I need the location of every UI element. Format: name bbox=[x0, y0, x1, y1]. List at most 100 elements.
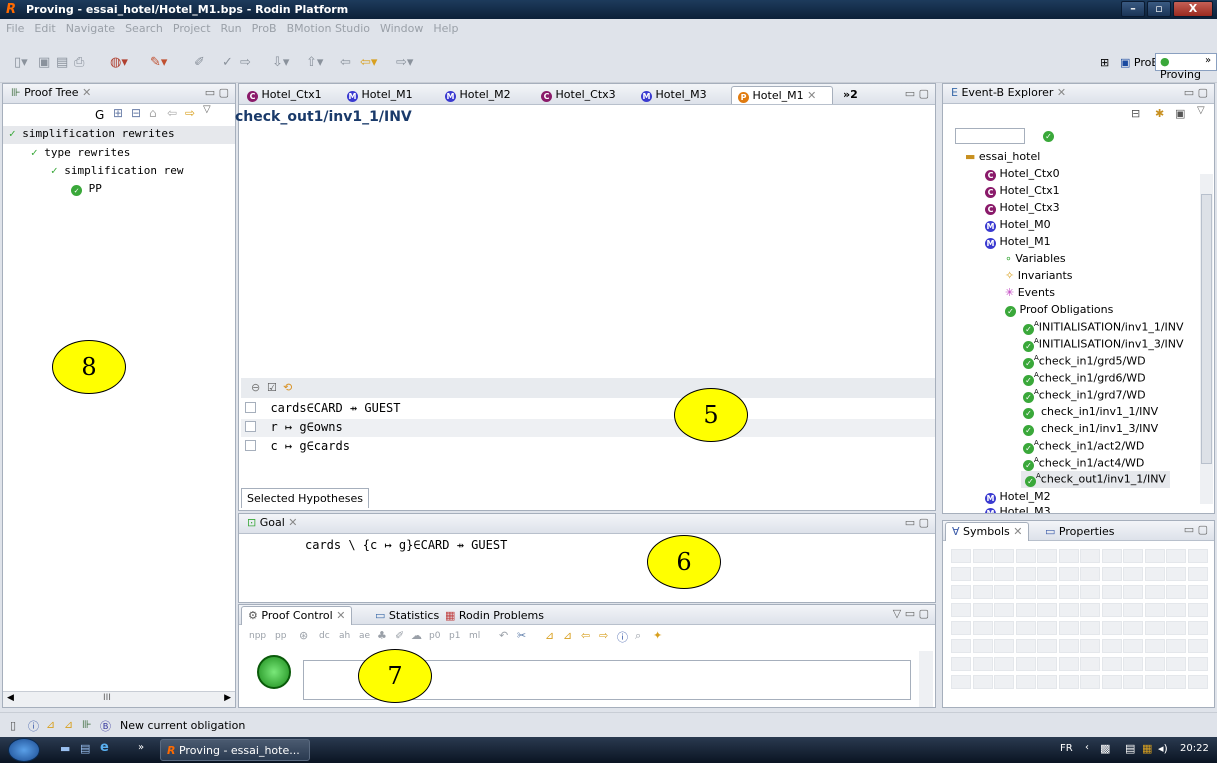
back-arrow-icon[interactable]: ⇦ bbox=[581, 629, 590, 642]
menu-help[interactable]: Help bbox=[427, 19, 462, 35]
symbol-button[interactable] bbox=[1101, 585, 1122, 599]
hint-icon[interactable]: ☁ bbox=[411, 629, 422, 642]
menu-bmotion[interactable]: BMotion Studio bbox=[281, 19, 374, 35]
print-icon[interactable]: ⎙ bbox=[74, 55, 84, 70]
symbol-button[interactable] bbox=[994, 657, 1014, 671]
tree-node-3[interactable]: ✓ PP bbox=[71, 182, 102, 196]
po-item[interactable]: ✓Acheck_in1/grd5/WD bbox=[1023, 354, 1146, 369]
show-desktop-icon[interactable]: ▬ bbox=[60, 742, 70, 755]
tab-rodin-problems[interactable]: ▦ Rodin Problems bbox=[439, 607, 550, 625]
min-max-icon[interactable]: ▭ ▢ bbox=[905, 516, 929, 529]
po-item[interactable]: ✓Acheck_in1/act2/WD bbox=[1023, 439, 1144, 454]
symbol-button[interactable] bbox=[1123, 567, 1143, 581]
symbol-button[interactable] bbox=[1058, 567, 1079, 581]
symbol-button[interactable] bbox=[1187, 549, 1208, 563]
symbol-button[interactable] bbox=[1080, 675, 1100, 689]
tab-hotel-ctx1[interactable]: C Hotel_Ctx1 bbox=[241, 86, 328, 104]
symbol-button[interactable] bbox=[972, 639, 993, 653]
scroll-thumb[interactable]: III bbox=[103, 693, 111, 703]
min-max-icon[interactable]: ▭ ▢ bbox=[1184, 523, 1208, 536]
selected-hypotheses-tab[interactable]: Selected Hypotheses bbox=[241, 488, 369, 508]
symbol-button[interactable] bbox=[1037, 585, 1057, 599]
scroll-right-icon[interactable]: ▶ bbox=[224, 693, 231, 703]
prev-annotation-icon[interactable]: ⇧▾ bbox=[306, 55, 323, 70]
symbol-button[interactable] bbox=[1101, 657, 1122, 671]
horizontal-scrollbar[interactable]: ◀ III ▶ bbox=[3, 691, 235, 707]
forward-icon[interactable]: ⇨ bbox=[185, 106, 195, 120]
info-icon[interactable]: ⓘ bbox=[28, 718, 39, 734]
new-project-icon[interactable]: ✱ bbox=[1155, 107, 1164, 120]
tree-item[interactable]: ✧ Invariants bbox=[1005, 269, 1073, 282]
symbol-button[interactable] bbox=[1123, 657, 1143, 671]
tree-item[interactable]: ∘ Variables bbox=[1005, 252, 1066, 265]
proof-tree-icon[interactable]: ⊪ bbox=[82, 718, 92, 731]
symbol-button[interactable] bbox=[1101, 639, 1122, 653]
close-button[interactable]: X bbox=[1173, 1, 1213, 17]
min-max-icon[interactable]: ▭ ▢ bbox=[1184, 86, 1208, 99]
symbol-button[interactable] bbox=[1123, 603, 1143, 617]
scroll-thumb[interactable] bbox=[1201, 194, 1212, 464]
open-perspective-icon[interactable]: ⊞ bbox=[1100, 56, 1109, 69]
ae-button[interactable]: ae bbox=[359, 631, 370, 641]
tree-node-0[interactable]: ✓ simplification rewrites bbox=[3, 126, 235, 144]
menu-navigate[interactable]: Navigate bbox=[60, 19, 119, 35]
symbol-button[interactable] bbox=[972, 657, 993, 671]
review-icon[interactable]: ✐ bbox=[395, 629, 404, 642]
min-max-icon[interactable]: ▭ ▢ bbox=[905, 87, 929, 100]
symbol-button[interactable] bbox=[1101, 675, 1122, 689]
tab-hotel-m2[interactable]: M Hotel_M2 bbox=[439, 86, 517, 104]
proof-tree-tab[interactable]: ⊪ Proof Tree ✕ bbox=[5, 84, 97, 103]
next-annotation-icon[interactable]: ⇩▾ bbox=[272, 55, 289, 70]
scroll-left-icon[interactable]: ◀ bbox=[7, 693, 14, 703]
symbol-button[interactable] bbox=[1037, 549, 1057, 563]
close-tab-icon[interactable]: ✕ bbox=[1057, 86, 1066, 99]
symbol-button[interactable] bbox=[1015, 585, 1036, 599]
symbol-button[interactable] bbox=[972, 567, 993, 581]
min-max-icon[interactable]: ▭ ▢ bbox=[205, 86, 229, 99]
symbol-button[interactable] bbox=[1015, 639, 1036, 653]
ml-button[interactable]: ml bbox=[469, 631, 480, 641]
symbol-button[interactable] bbox=[1123, 585, 1143, 599]
tree-item[interactable]: C Hotel_Ctx1 bbox=[985, 184, 1060, 198]
run-icon[interactable]: ✎▾ bbox=[150, 55, 167, 70]
symbol-button[interactable] bbox=[1166, 567, 1186, 581]
fwd-arrow-icon[interactable]: ⇨ bbox=[599, 629, 608, 642]
tree-node-1[interactable]: ✓ type rewrites bbox=[31, 146, 130, 159]
symbol-button[interactable] bbox=[1166, 621, 1186, 635]
tab-proof-control[interactable]: ⚙ Proof Control ✕ bbox=[241, 606, 353, 625]
symbol-button[interactable] bbox=[951, 549, 971, 563]
symbol-button[interactable] bbox=[972, 585, 993, 599]
explorer-tab[interactable]: E Event-B Explorer ✕ bbox=[945, 84, 1072, 103]
symbol-button[interactable] bbox=[1058, 549, 1079, 563]
symbol-button[interactable] bbox=[1037, 603, 1057, 617]
symbol-button[interactable] bbox=[1101, 567, 1122, 581]
symbol-button[interactable] bbox=[1123, 621, 1143, 635]
back-icon[interactable]: ⇦ bbox=[167, 106, 177, 120]
symbol-button[interactable] bbox=[1144, 639, 1165, 653]
back-icon[interactable]: ⇦▾ bbox=[360, 55, 377, 70]
maximize-button[interactable]: ▫ bbox=[1147, 1, 1171, 17]
symbol-button[interactable] bbox=[951, 657, 971, 671]
symbol-button[interactable] bbox=[1015, 657, 1036, 671]
expand-all-icon[interactable]: ⊞ bbox=[113, 106, 123, 120]
menu-prob[interactable]: ProB bbox=[246, 19, 281, 35]
explorer-scrollbar[interactable] bbox=[1200, 174, 1213, 504]
new-component-icon[interactable]: ▣ bbox=[1175, 107, 1185, 120]
symbol-button[interactable] bbox=[1080, 567, 1100, 581]
tabs-overflow[interactable]: »2 bbox=[837, 86, 864, 104]
symbol-button[interactable] bbox=[1187, 585, 1208, 599]
tab-symbols[interactable]: ∀ Symbols ✕ bbox=[945, 522, 1030, 541]
symbol-button[interactable] bbox=[1037, 621, 1057, 635]
symbol-button[interactable] bbox=[1037, 675, 1057, 689]
tree-item[interactable]: M Hotel_M2 bbox=[985, 490, 1051, 504]
symbol-button[interactable] bbox=[951, 603, 971, 617]
symbol-button[interactable] bbox=[1166, 603, 1186, 617]
symbol-button[interactable] bbox=[1058, 585, 1079, 599]
po-item[interactable]: ✓Acheck_in1/act4/WD bbox=[1023, 456, 1144, 471]
lookup-icon[interactable]: ⌕ bbox=[635, 629, 641, 643]
tree-item[interactable]: ✳ Events bbox=[1005, 286, 1055, 299]
save-all-icon[interactable]: ▤ bbox=[56, 55, 68, 70]
check-icon[interactable]: ✓ bbox=[222, 55, 233, 70]
tab-hotel-m1-proof[interactable]: P Hotel_M1 ✕ bbox=[731, 86, 833, 104]
prev-icon[interactable]: ⊿ bbox=[64, 718, 73, 731]
